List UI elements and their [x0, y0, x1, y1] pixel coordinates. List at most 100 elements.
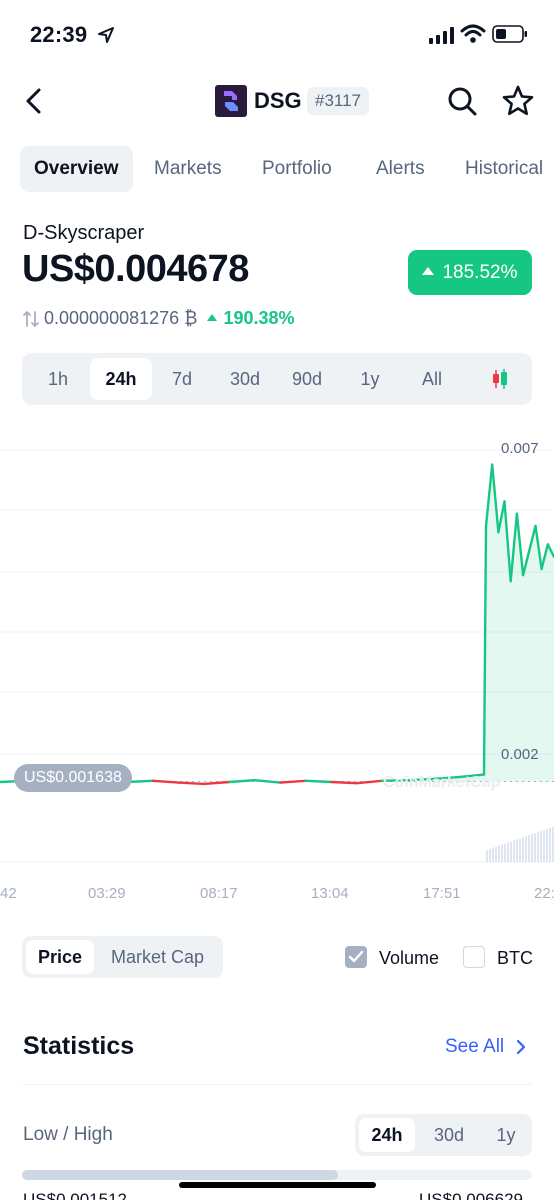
range-1y[interactable]: 1y: [352, 358, 388, 400]
tab-portfolio[interactable]: Portfolio: [262, 146, 332, 192]
volume-bar: [528, 835, 530, 862]
up-triangle-icon: [422, 266, 435, 275]
x-tick-label: 42: [0, 885, 17, 902]
price-area-fill: [0, 464, 554, 782]
btc-change-value: 190.38%: [223, 308, 295, 328]
volume-bar: [516, 839, 518, 862]
chevron-right-icon[interactable]: [515, 1038, 527, 1056]
search-icon[interactable]: [446, 85, 478, 117]
range-all[interactable]: All: [412, 358, 452, 400]
price-chart-canvas: [0, 449, 554, 863]
range-30d[interactable]: 30d: [222, 358, 268, 400]
volume-bar: [495, 846, 497, 862]
rank-badge: #3117: [307, 87, 370, 115]
volume-bar: [507, 842, 509, 862]
star-icon[interactable]: [501, 84, 535, 118]
divider: [22, 1084, 532, 1085]
low-high-range-fill: [22, 1170, 339, 1180]
range-24h[interactable]: 24h: [90, 358, 152, 400]
volume-bar: [501, 844, 503, 862]
x-tick-label: 13:04: [311, 885, 349, 902]
see-all-link[interactable]: See All: [445, 1036, 504, 1058]
period-24h[interactable]: 24h: [359, 1118, 415, 1152]
home-indicator: [179, 1182, 376, 1188]
btc-price: 0.000000081276 ₿: [44, 308, 198, 328]
volume-bar: [543, 830, 545, 862]
volume-bar: [546, 829, 548, 862]
chart-type-toggle: Price Market Cap: [22, 936, 223, 978]
chart-watermark: CoinMarketCap: [383, 774, 501, 791]
coin-symbol: DSG: [254, 88, 302, 113]
volume-bar: [549, 827, 551, 862]
volume-bar: [522, 837, 524, 862]
low-value: US$0.001512: [23, 1190, 127, 1200]
volume-bar: [510, 841, 512, 862]
price-line-segment: [202, 780, 231, 786]
price-change-value: 185.52%: [442, 262, 518, 283]
volume-bar: [492, 847, 494, 862]
swap-icon[interactable]: [22, 310, 40, 328]
volume-bar: [498, 845, 500, 862]
range-7d[interactable]: 7d: [162, 358, 202, 400]
x-tick-label: 08:17: [200, 885, 238, 902]
btc-checkbox[interactable]: [463, 946, 485, 968]
tab-markets[interactable]: Markets: [154, 146, 222, 192]
range-90d[interactable]: 90d: [284, 358, 330, 400]
volume-bar: [534, 833, 536, 862]
x-tick-label: 22:: [534, 885, 554, 902]
stats-period-toggle: 24h 30d 1y: [355, 1114, 532, 1156]
coin-price: US$0.004678: [22, 248, 249, 290]
price-change-badge: 185.52%: [408, 250, 532, 295]
y-tick-label: 0.007: [501, 440, 539, 457]
price-line-segment: [228, 779, 256, 784]
tab-alerts[interactable]: Alerts: [376, 146, 425, 192]
battery-icon: [492, 25, 527, 43]
coin-header: DSG #3117: [0, 70, 554, 134]
check-icon: [348, 950, 364, 963]
candlestick-icon[interactable]: [488, 367, 512, 391]
price-chart[interactable]: CoinMarketCap US$0.001638 0.007 0.002 42…: [0, 410, 554, 910]
market-cap-toggle-button[interactable]: Market Cap: [111, 940, 204, 974]
price-toggle-button[interactable]: Price: [26, 940, 95, 974]
reference-price-tag: US$0.001638: [14, 764, 132, 792]
coin-logo: [215, 85, 247, 117]
back-icon[interactable]: [22, 86, 46, 116]
x-tick-label: 03:29: [88, 885, 126, 902]
low-high-range-bar: [22, 1170, 532, 1180]
price-line-segment: [279, 779, 307, 784]
y-tick-label: 0.002: [501, 746, 539, 763]
up-triangle-icon: [207, 313, 218, 321]
price-line-segment: [330, 780, 358, 785]
coin-name: D-Skyscraper: [23, 222, 145, 244]
price-line-segment: [177, 781, 206, 786]
period-1y[interactable]: 1y: [487, 1118, 525, 1152]
range-1h[interactable]: 1h: [36, 358, 80, 400]
price-line-segment: [304, 779, 333, 784]
volume-checkbox[interactable]: [345, 946, 367, 968]
price-line-segment: [253, 779, 282, 784]
signal-icon: [429, 27, 454, 44]
volume-bar: [531, 834, 533, 862]
period-30d[interactable]: 30d: [425, 1118, 473, 1152]
location-arrow-icon: [98, 27, 114, 43]
volume-bar: [486, 850, 488, 862]
btc-label: BTC: [497, 948, 533, 968]
btc-change: 190.38%: [207, 308, 295, 328]
status-time: 22:39: [30, 22, 88, 47]
tab-overview[interactable]: Overview: [20, 146, 133, 192]
volume-bar: [525, 836, 527, 862]
high-value: US$0.006629: [419, 1190, 523, 1200]
statistics-title: Statistics: [23, 1032, 135, 1060]
status-bar: 22:39: [0, 0, 554, 70]
x-tick-label: 17:51: [423, 885, 461, 902]
volume-bar: [537, 832, 539, 862]
volume-bar: [504, 843, 506, 862]
volume-label: Volume: [379, 948, 440, 968]
tab-historical[interactable]: Historical: [465, 146, 543, 192]
volume-bar: [540, 831, 542, 862]
btc-price-row: 0.000000081276 ₿ 190.38%: [22, 308, 295, 332]
time-range-selector: 1h 24h 7d 30d 90d 1y All: [22, 353, 532, 405]
low-high-label: Low / High: [23, 1124, 113, 1145]
wifi-icon: [460, 24, 486, 43]
volume-bar: [519, 838, 521, 862]
